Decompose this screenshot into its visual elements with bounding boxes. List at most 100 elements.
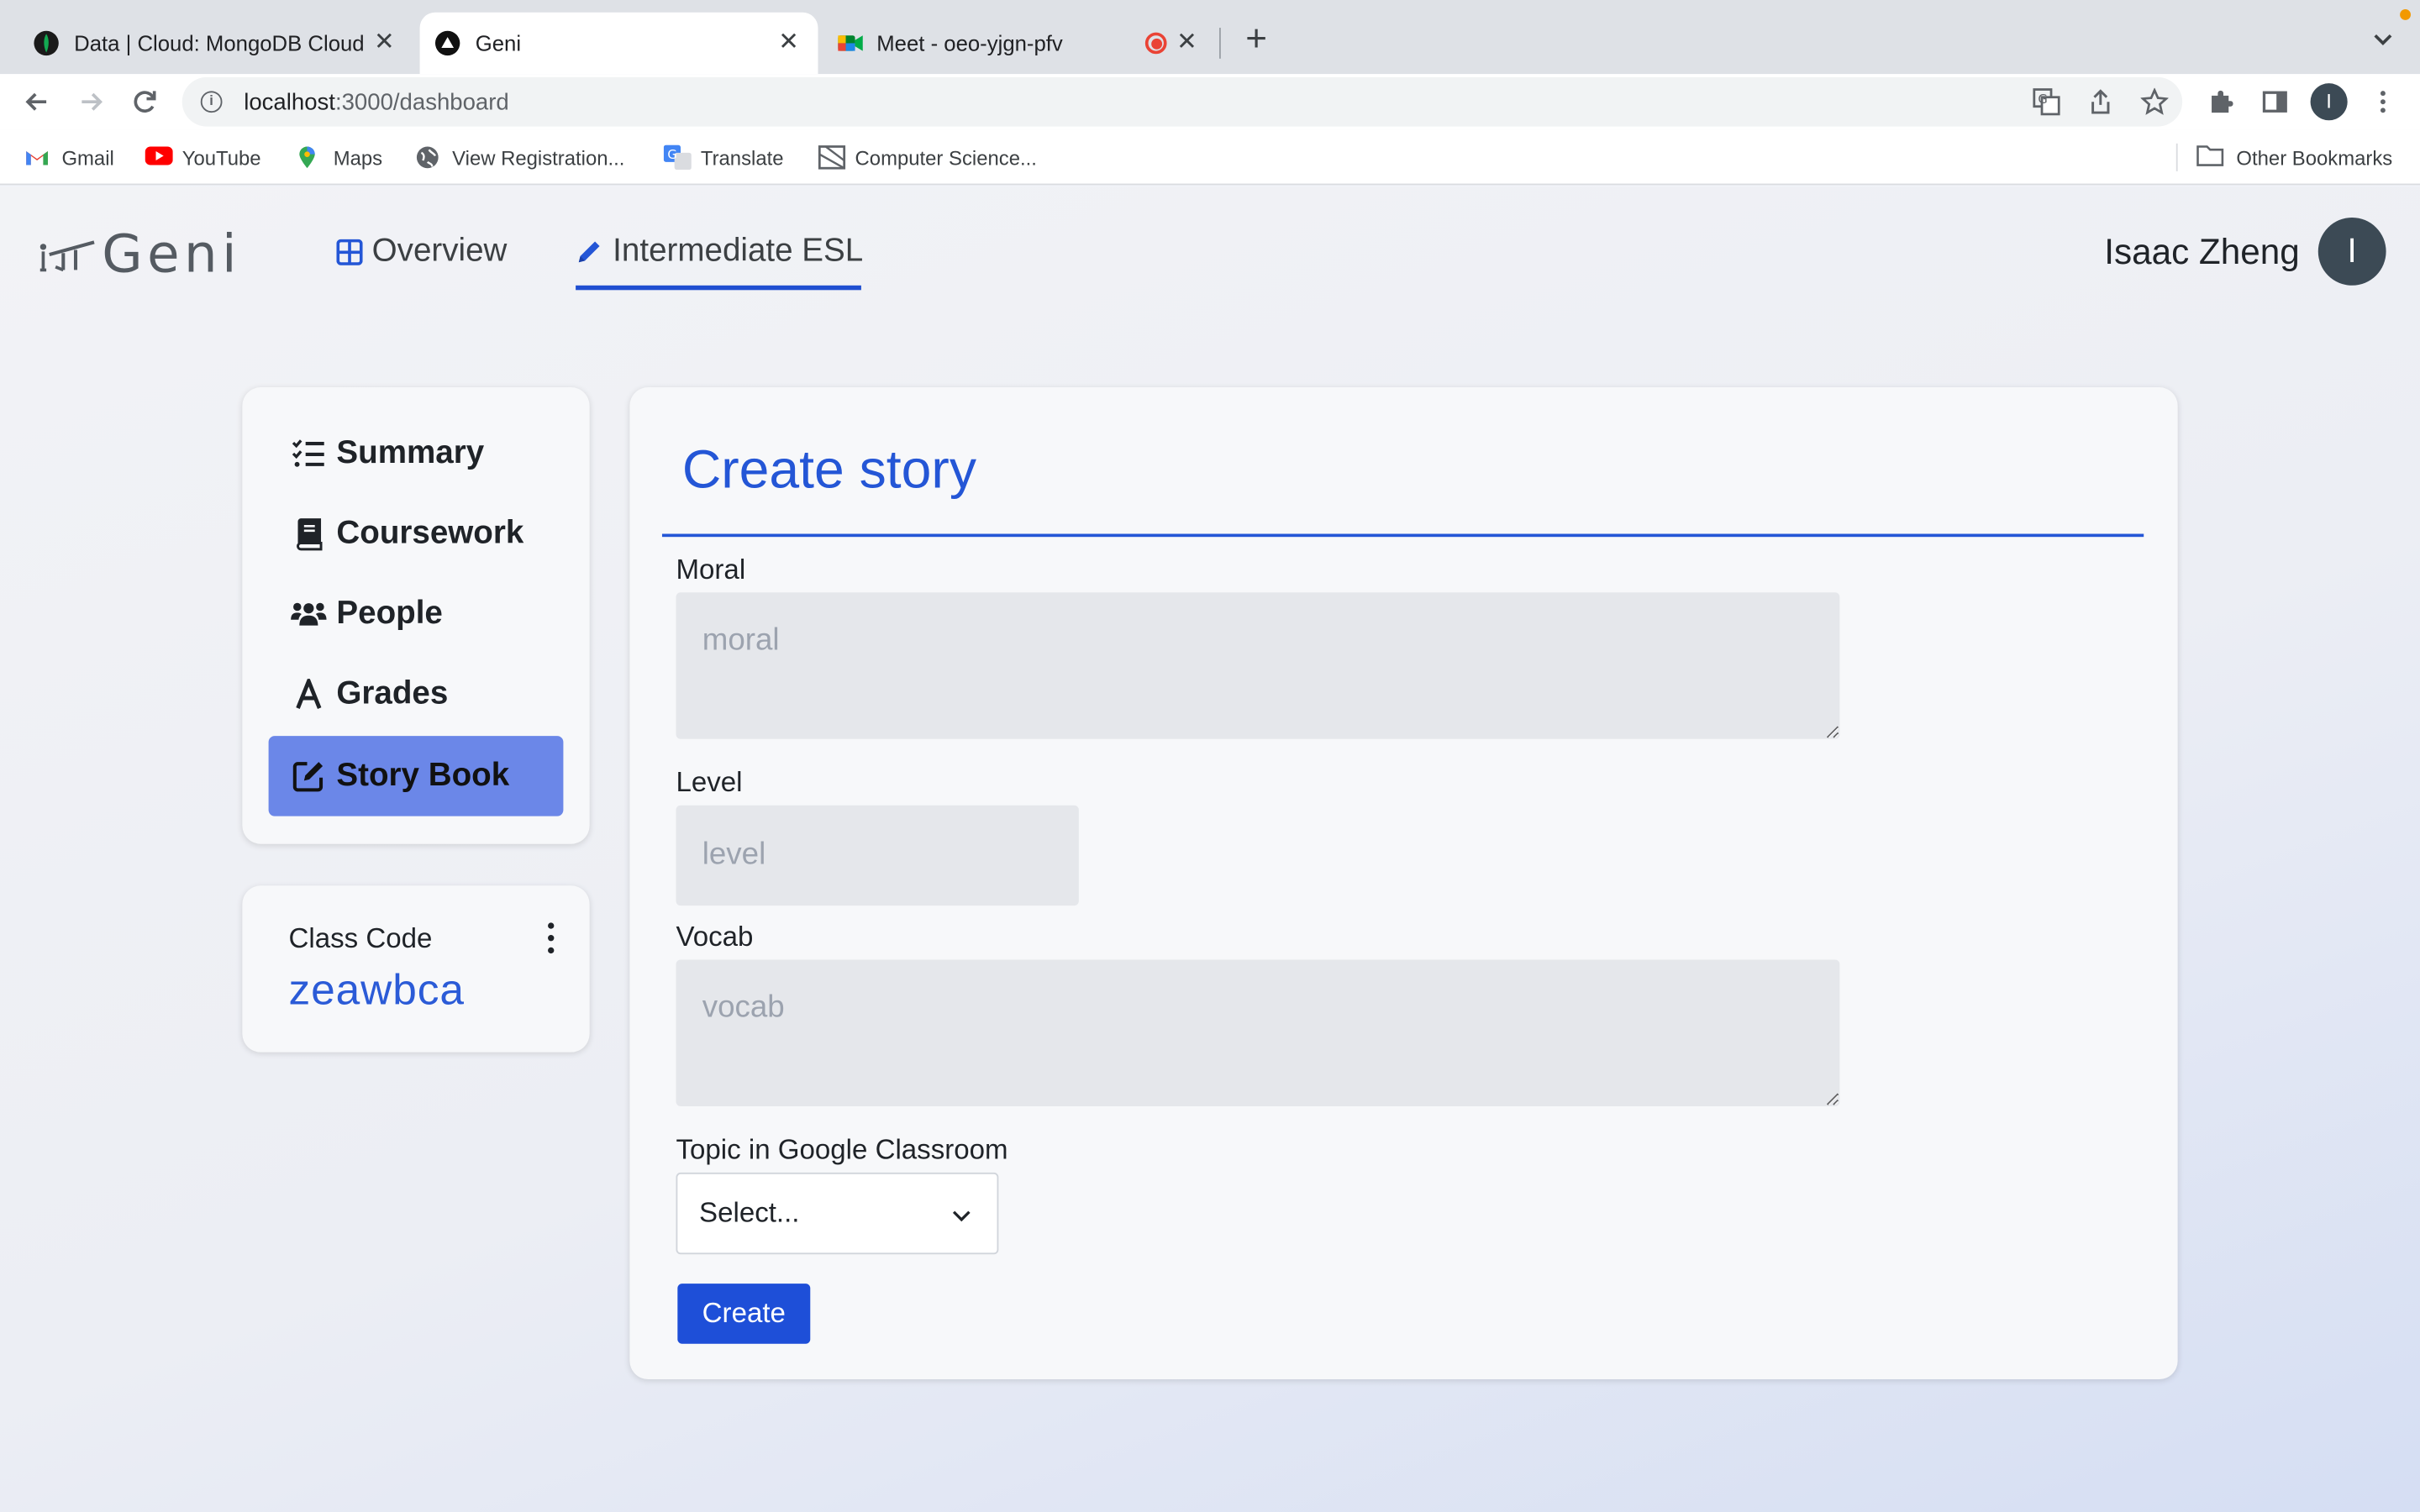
tab-title: Meet - oeo-yjgn-pfv: [876, 30, 1063, 56]
google-meet-icon: [837, 31, 863, 55]
close-tab-icon[interactable]: ✕: [371, 29, 398, 57]
nav-intermediate-esl[interactable]: Intermediate ESL: [576, 233, 863, 270]
tab-title: Geni: [475, 30, 522, 56]
close-tab-icon[interactable]: ✕: [775, 29, 802, 57]
folder-icon: [2196, 145, 2224, 170]
level-input[interactable]: [676, 805, 1079, 906]
avatar[interactable]: I: [2317, 217, 2386, 286]
nav-overview[interactable]: Overview: [336, 233, 507, 270]
bookmark-label: YouTube: [182, 145, 261, 170]
geni-logo[interactable]: Geni: [37, 223, 242, 286]
pencil-icon: [576, 238, 603, 265]
translate-icon: G: [663, 144, 692, 171]
recording-icon: [1144, 32, 1167, 55]
chevron-down-icon: [950, 1202, 972, 1235]
update-dot-icon: [2400, 9, 2411, 20]
create-button[interactable]: Create: [677, 1284, 811, 1344]
topic-select[interactable]: Select...: [676, 1172, 999, 1255]
tab-mongodb[interactable]: Data | Cloud: MongoDB Cloud ✕: [22, 13, 414, 74]
moral-input[interactable]: [676, 592, 1840, 739]
reload-icon[interactable]: [127, 83, 164, 120]
tab-geni[interactable]: Geni ✕: [419, 12, 818, 75]
browser-tabstrip: Data | Cloud: MongoDB Cloud ✕ Geni ✕ Mee…: [0, 0, 2420, 75]
menu-kebab-icon[interactable]: [2366, 85, 2400, 118]
bookmark-maps[interactable]: Maps: [297, 144, 382, 171]
url-text: localhost:3000/dashboard: [244, 88, 509, 115]
share-icon[interactable]: [2084, 85, 2118, 118]
sidebar-item-summary[interactable]: Summary: [269, 413, 564, 494]
profile-avatar[interactable]: I: [2310, 83, 2348, 121]
extensions-puzzle-icon[interactable]: [2204, 85, 2238, 118]
tab-title: Data | Cloud: MongoDB Cloud: [74, 30, 365, 56]
topic-label: Topic in Google Classroom: [676, 1134, 1008, 1165]
letter-a-icon: [290, 675, 327, 712]
moral-label: Moral: [676, 554, 746, 585]
svg-text:G: G: [667, 148, 676, 162]
more-options-icon[interactable]: [544, 922, 559, 954]
translate-page-icon[interactable]: G: [2029, 85, 2063, 118]
close-tab-icon[interactable]: ✕: [1173, 29, 1201, 57]
create-story-card: Create story Moral Level Vocab Topic in …: [629, 387, 2178, 1380]
bookmark-label: Maps: [333, 145, 383, 170]
people-icon: [290, 596, 327, 633]
bookmark-label: View Registration...: [452, 145, 625, 170]
bookmark-page-icon: [818, 145, 846, 170]
vocab-input[interactable]: [676, 959, 1840, 1106]
class-code-value: zeawbca: [288, 965, 465, 1014]
geni-logo-icon: [37, 233, 96, 276]
bookmark-translate[interactable]: G Translate: [663, 144, 784, 171]
grid-icon: [336, 238, 363, 265]
vocab-label: Vocab: [676, 921, 754, 953]
maps-pin-icon: [297, 145, 321, 170]
bookmark-youtube[interactable]: YouTube: [145, 144, 261, 171]
sidebar-item-label: People: [336, 595, 443, 632]
bookmark-star-icon[interactable]: [2138, 85, 2171, 118]
other-bookmarks[interactable]: Other Bookmarks: [2196, 144, 2393, 171]
address-bar[interactable]: i localhost:3000/dashboard: [182, 76, 2183, 127]
sidebar-item-grades[interactable]: Grades: [269, 654, 564, 735]
sidebar-item-label: Summary: [336, 434, 485, 471]
app-page: Geni Overview Intermediate ESL Isaac Zhe…: [0, 186, 2420, 1512]
forward-arrow-icon[interactable]: [72, 83, 109, 120]
nav-label: Overview: [371, 233, 508, 269]
gmail-icon: [24, 145, 49, 170]
bookmark-gmail[interactable]: Gmail: [24, 144, 114, 171]
globe-icon: [415, 145, 439, 170]
page-title: Create story: [681, 439, 976, 501]
mongodb-leaf-icon: [34, 30, 59, 56]
back-arrow-icon[interactable]: [18, 83, 55, 120]
tab-search-chevron-icon[interactable]: [2368, 24, 2399, 55]
geni-triangle-icon: [434, 30, 460, 56]
logo-text: Geni: [102, 223, 242, 286]
class-code-label: Class Code: [288, 922, 433, 954]
bookmark-label: Translate: [700, 145, 784, 170]
sidebar-item-people[interactable]: People: [269, 574, 564, 654]
new-tab-button[interactable]: +: [1238, 21, 1275, 59]
bookmarks-divider: [2175, 143, 2178, 171]
browser-toolbar: i localhost:3000/dashboard G: [0, 74, 2420, 130]
user-name: Isaac Zheng: [2104, 230, 2300, 271]
checklist-icon: [290, 435, 327, 472]
sidebar-item-story-book[interactable]: Story Book: [268, 736, 564, 816]
bookmark-label: Gmail: [61, 145, 114, 170]
site-info-icon[interactable]: i: [200, 91, 223, 113]
sidebar-item-label: Grades: [336, 675, 449, 711]
bookmark-label: Computer Science...: [855, 145, 1037, 170]
side-panel-icon[interactable]: [2258, 85, 2291, 118]
tab-meet[interactable]: Meet - oeo-yjgn-pfv ✕: [824, 13, 1217, 74]
sidebar-item-coursework[interactable]: Coursework: [269, 494, 564, 575]
bookmarks-bar: Gmail YouTube Maps View Registration... …: [0, 129, 2420, 186]
youtube-icon: [145, 145, 173, 170]
level-label: Level: [676, 766, 743, 798]
topic-select-value: Select...: [699, 1197, 800, 1229]
bookmark-label: Other Bookmarks: [2236, 145, 2393, 170]
edit-square-icon: [290, 758, 327, 795]
sidebar: Summary Coursework People Grades Story B…: [242, 387, 590, 844]
bookmark-computer-science[interactable]: Computer Science...: [818, 144, 1037, 171]
title-divider: [661, 533, 2144, 538]
active-nav-underline: [576, 285, 861, 291]
user-menu[interactable]: Isaac Zheng I: [2104, 217, 2386, 286]
bookmark-registration[interactable]: View Registration...: [415, 144, 624, 171]
book-icon: [290, 515, 327, 552]
sidebar-item-label: Story Book: [336, 757, 510, 794]
